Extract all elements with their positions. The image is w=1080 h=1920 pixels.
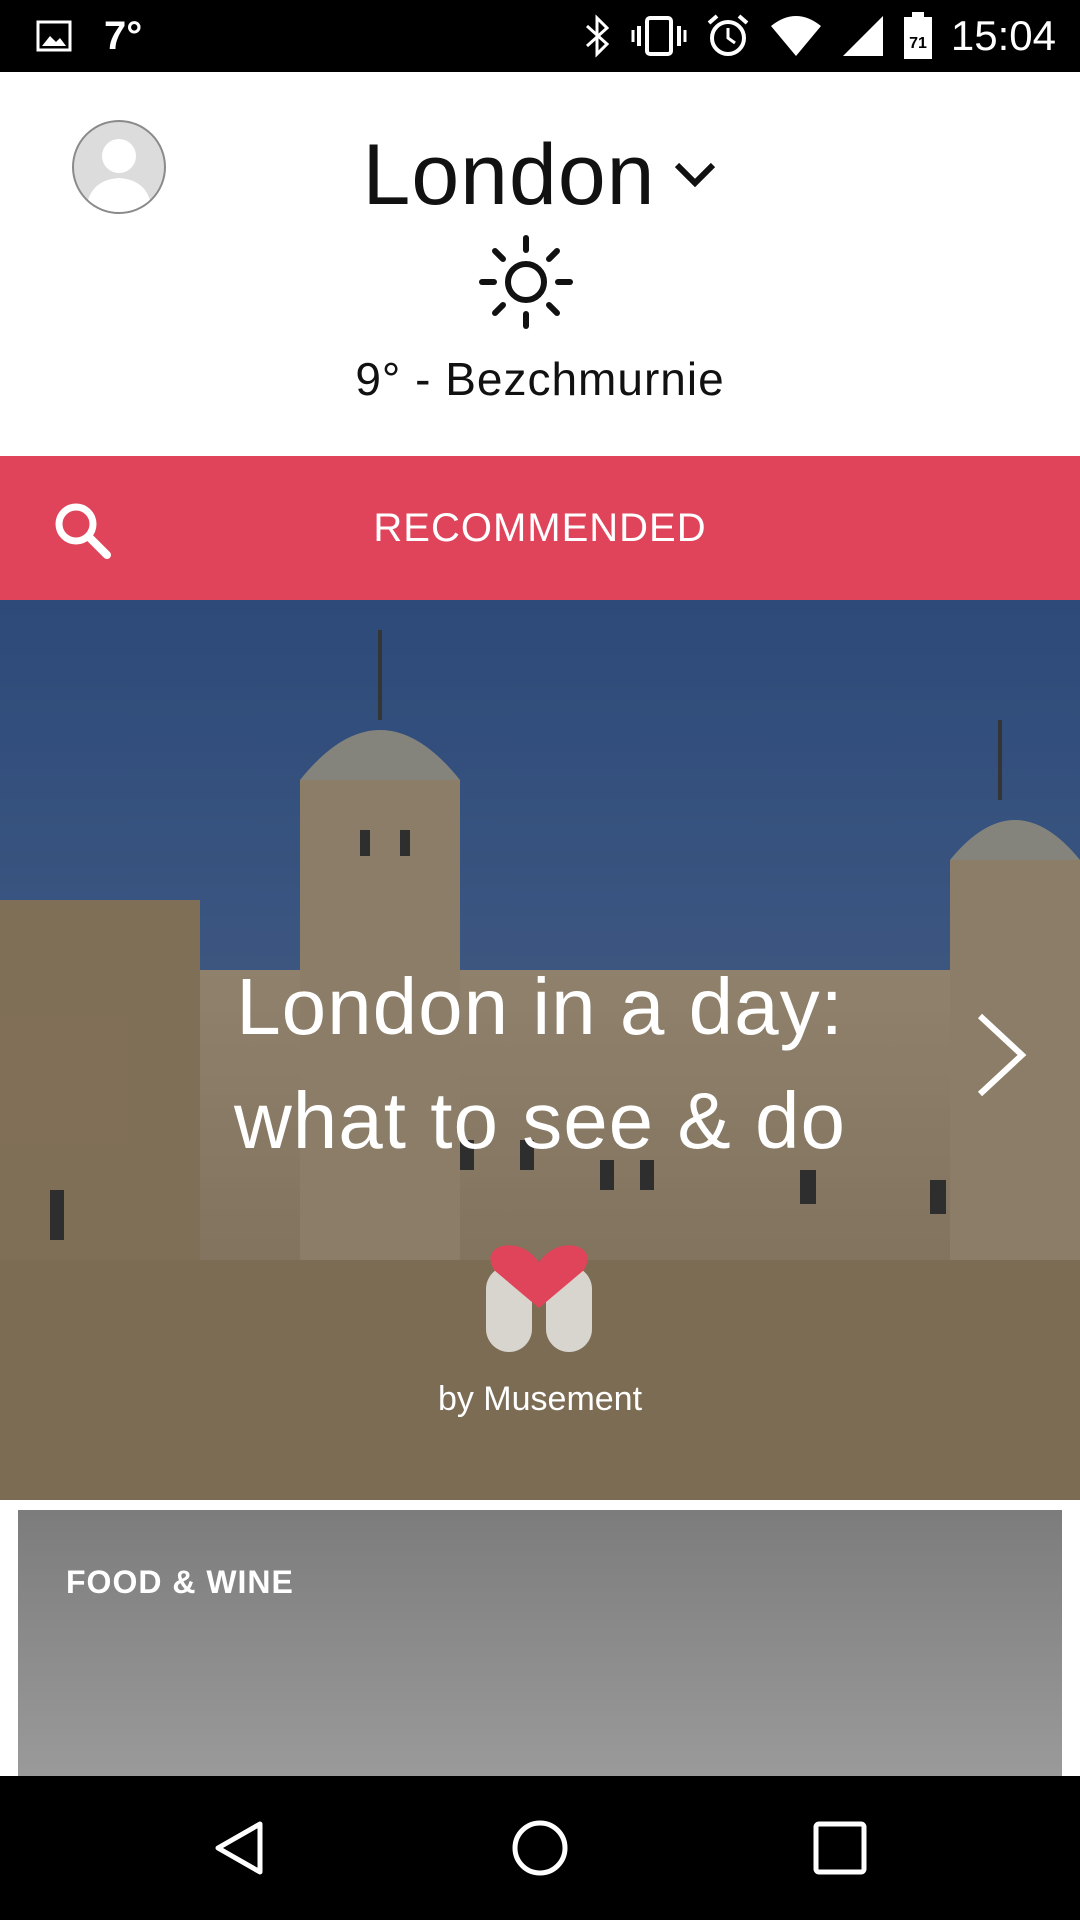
hero-byline: by Musement — [437, 1380, 643, 1418]
city-selector[interactable]: London — [0, 120, 1080, 230]
alarm-icon — [705, 13, 751, 59]
status-time: 15:04 — [950, 12, 1056, 59]
vibrate-icon — [631, 14, 687, 58]
status-temperature: 7° — [104, 13, 143, 58]
hero-title: London in a day: what to see & do — [0, 950, 1080, 1178]
battery-level: 71 — [909, 35, 927, 52]
category-card-title: FOOD & WINE — [66, 1564, 294, 1600]
chevron-down-icon — [675, 162, 716, 188]
recents-icon[interactable] — [810, 1818, 870, 1878]
location-header: London 9° - Bezchmurnie — [0, 72, 1080, 456]
hero-title-line1: London in a day: — [236, 962, 844, 1051]
wifi-icon — [769, 14, 823, 58]
hero-title-line2: what to see & do — [234, 1076, 846, 1165]
musement-logo-icon — [486, 1245, 592, 1352]
status-bar: 7° 71 15:04 — [0, 0, 1080, 72]
signal-icon — [841, 14, 885, 58]
image-icon — [36, 18, 72, 54]
home-icon[interactable] — [510, 1818, 570, 1878]
back-icon[interactable] — [210, 1818, 270, 1878]
weather-summary: 9° - Bezchmurnie — [355, 353, 725, 405]
city-name: London — [362, 126, 656, 223]
bluetooth-icon — [583, 14, 613, 58]
chevron-right-icon[interactable] — [970, 1010, 1030, 1100]
category-card[interactable]: FOOD & WINE — [18, 1510, 1062, 1776]
hero-card[interactable]: London in a day: what to see & do by Mus… — [0, 600, 1080, 1500]
recommended-tab[interactable]: RECOMMENDED — [0, 456, 1080, 600]
navigation-bar — [0, 1776, 1080, 1920]
recommended-bar: RECOMMENDED — [0, 456, 1080, 600]
sun-icon — [479, 235, 573, 329]
battery-icon: 71 — [903, 12, 933, 60]
